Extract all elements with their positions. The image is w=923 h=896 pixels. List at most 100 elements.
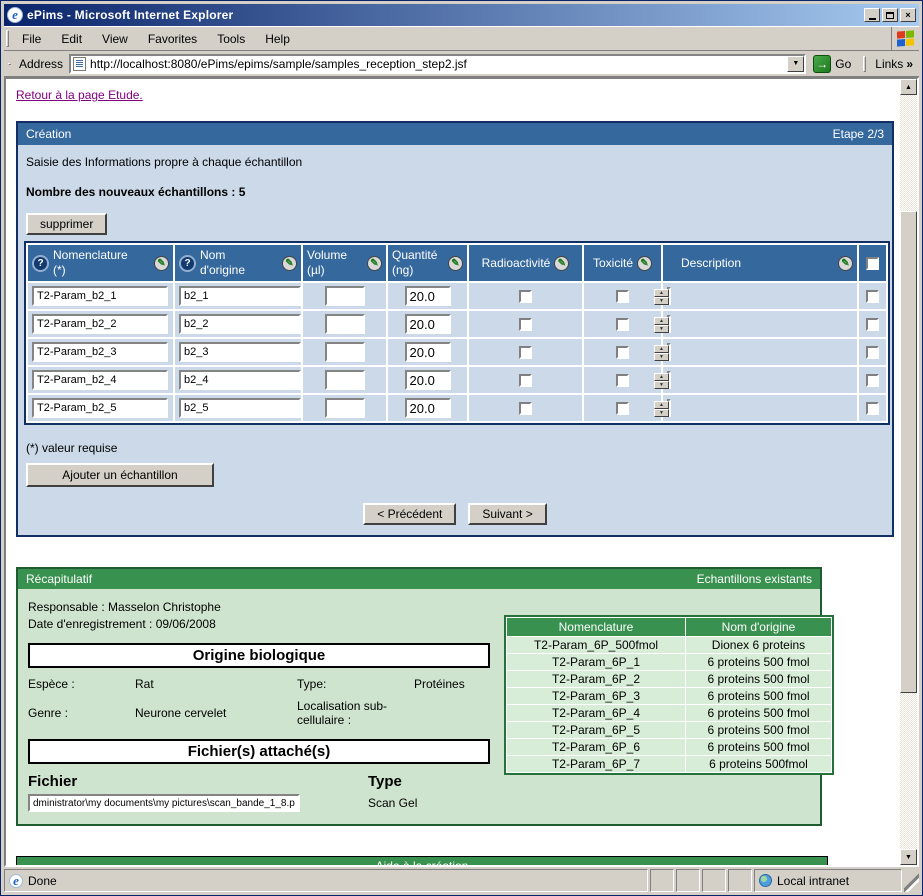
volume-input[interactable] — [325, 314, 365, 334]
menu-item[interactable]: Help — [256, 29, 299, 49]
add-sample-button[interactable]: Ajouter un échantillon — [26, 463, 214, 487]
description-textarea[interactable]: ▲ ▼ — [667, 343, 671, 361]
scrollbar-down-icon[interactable]: ▼ — [900, 849, 917, 865]
go-button[interactable]: → Go — [811, 54, 857, 74]
description-textarea[interactable]: ▲ ▼ — [667, 399, 671, 417]
nom-origine-input[interactable] — [179, 398, 301, 418]
address-url[interactable]: http://localhost:8080/ePims/epims/sample… — [90, 57, 787, 71]
quantite-input[interactable] — [405, 314, 451, 334]
edit-column-icon[interactable]: ✎ — [367, 256, 382, 271]
menu-item[interactable]: Favorites — [139, 29, 206, 49]
nomenclature-input[interactable] — [32, 398, 168, 418]
quantite-input[interactable] — [405, 398, 451, 418]
volume-input[interactable] — [325, 342, 365, 362]
recap-panel-header: Récapitulatif Echantillons existants — [18, 569, 820, 589]
help-icon[interactable]: ? — [32, 255, 49, 272]
address-grip[interactable] — [8, 63, 11, 65]
toxicite-checkbox[interactable] — [616, 402, 629, 415]
links-grip[interactable] — [863, 56, 866, 72]
row-select-checkbox[interactable] — [866, 290, 879, 303]
quantite-input[interactable] — [405, 286, 451, 306]
nom-origine-input[interactable] — [179, 314, 301, 334]
existing-sample-row: T2-Param_6P_3 6 proteins 500 fmol — [507, 688, 831, 704]
address-dropdown-icon[interactable]: ▼ — [787, 56, 804, 72]
page-body: Retour à la page Etude. Création Etape 2… — [6, 79, 900, 865]
edit-column-icon[interactable]: ✎ — [154, 256, 169, 271]
select-all-checkbox[interactable] — [866, 257, 879, 270]
radioactivite-checkbox[interactable] — [519, 402, 532, 415]
menu-grip[interactable] — [6, 30, 9, 47]
nom-origine-input[interactable] — [179, 342, 301, 362]
page-icon — [73, 57, 86, 71]
row-select-checkbox[interactable] — [866, 346, 879, 359]
nomenclature-input[interactable] — [32, 314, 168, 334]
links-label[interactable]: Links — [870, 57, 906, 71]
scroll-down-icon[interactable]: ▼ — [654, 297, 669, 305]
volume-input[interactable] — [325, 370, 365, 390]
existing-nomenclature-cell: T2-Param_6P_5 — [507, 722, 685, 738]
back-to-study-link[interactable]: Retour à la page Etude. — [16, 88, 143, 102]
nomenclature-input[interactable] — [32, 370, 168, 390]
menu-item[interactable]: Edit — [52, 29, 91, 49]
existing-sample-row: T2-Param_6P_500fmol Dionex 6 proteins — [507, 637, 831, 653]
scroll-up-icon[interactable]: ▲ — [654, 401, 669, 409]
close-button[interactable]: × — [900, 8, 916, 22]
next-button[interactable]: Suivant > — [468, 503, 546, 525]
menu-item[interactable]: View — [93, 29, 137, 49]
nom-origine-input[interactable] — [179, 370, 301, 390]
description-textarea[interactable]: ▲ ▼ — [667, 315, 671, 333]
description-textarea[interactable]: ▲ ▼ — [667, 371, 671, 389]
type-value: Protéines — [414, 677, 494, 691]
edit-column-icon[interactable]: ✎ — [838, 256, 853, 271]
radioactivite-checkbox[interactable] — [519, 346, 532, 359]
scrollbar-thumb[interactable] — [900, 211, 917, 693]
row-select-checkbox[interactable] — [866, 318, 879, 331]
attached-file-path-input[interactable] — [28, 794, 300, 812]
quantite-input[interactable] — [405, 370, 451, 390]
nomenclature-input[interactable] — [32, 286, 168, 306]
maximize-button[interactable] — [882, 8, 898, 22]
volume-input[interactable] — [325, 286, 365, 306]
scroll-up-icon[interactable]: ▲ — [654, 373, 669, 381]
security-zone-icon — [759, 874, 772, 887]
quantite-input[interactable] — [405, 342, 451, 362]
row-select-checkbox[interactable] — [866, 402, 879, 415]
toxicite-checkbox[interactable] — [616, 290, 629, 303]
links-chevron-icon[interactable]: » — [906, 57, 917, 71]
edit-column-icon[interactable]: ✎ — [637, 256, 652, 271]
col-header-radioactivite: Radioactivité — [482, 256, 551, 270]
scroll-down-icon[interactable]: ▼ — [654, 353, 669, 361]
toxicite-checkbox[interactable] — [616, 318, 629, 331]
edit-column-icon[interactable]: ✎ — [554, 256, 569, 271]
radioactivite-checkbox[interactable] — [519, 374, 532, 387]
menu-item[interactable]: Tools — [208, 29, 254, 49]
existing-col-nomenclature: Nomenclature — [507, 618, 685, 636]
edit-column-icon[interactable]: ✎ — [448, 256, 463, 271]
volume-input[interactable] — [325, 398, 365, 418]
address-input[interactable]: http://localhost:8080/ePims/epims/sample… — [69, 54, 806, 74]
existing-samples-table: Nomenclature Nom d'origine T2-Param_6P_5… — [504, 615, 834, 775]
row-select-checkbox[interactable] — [866, 374, 879, 387]
previous-button[interactable]: < Précédent — [363, 503, 456, 525]
resize-grip[interactable] — [904, 869, 919, 892]
minimize-button[interactable] — [864, 8, 880, 22]
edit-column-icon[interactable]: ✎ — [282, 256, 297, 271]
scroll-down-icon[interactable]: ▼ — [654, 325, 669, 333]
radioactivite-checkbox[interactable] — [519, 318, 532, 331]
scroll-down-icon[interactable]: ▼ — [654, 381, 669, 389]
description-textarea[interactable]: ▲ ▼ — [667, 287, 671, 305]
scrollbar-up-icon[interactable]: ▲ — [900, 79, 917, 95]
menu-item[interactable]: File — [13, 29, 50, 49]
vertical-scrollbar[interactable]: ▲ ▼ — [900, 79, 917, 865]
nom-origine-input[interactable] — [179, 286, 301, 306]
radioactivite-checkbox[interactable] — [519, 290, 532, 303]
toxicite-checkbox[interactable] — [616, 346, 629, 359]
help-icon[interactable]: ? — [179, 255, 196, 272]
scroll-up-icon[interactable]: ▲ — [654, 317, 669, 325]
scroll-up-icon[interactable]: ▲ — [654, 345, 669, 353]
scroll-up-icon[interactable]: ▲ — [654, 289, 669, 297]
nomenclature-input[interactable] — [32, 342, 168, 362]
toxicite-checkbox[interactable] — [616, 374, 629, 387]
scroll-down-icon[interactable]: ▼ — [654, 409, 669, 417]
delete-button[interactable]: supprimer — [26, 213, 107, 235]
